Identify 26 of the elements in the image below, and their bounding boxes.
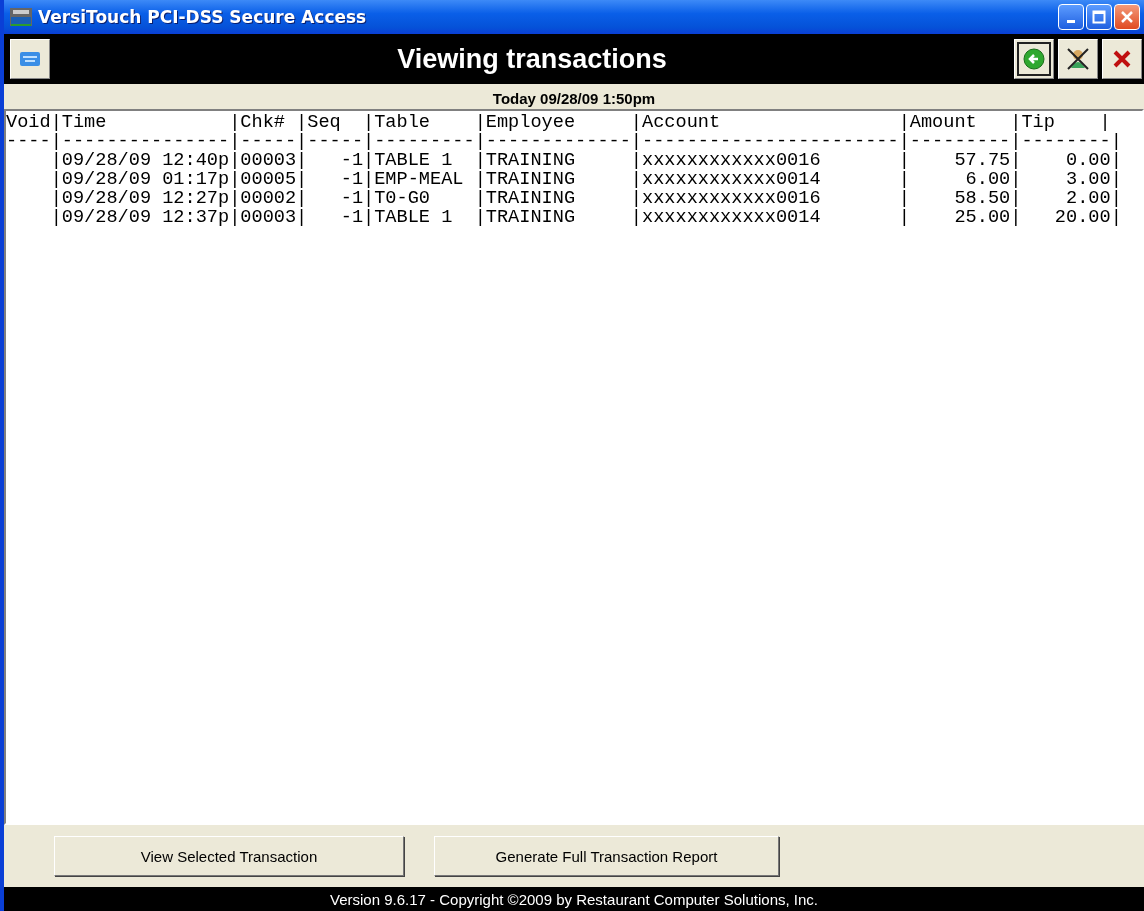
- version-text: Version 9.6.17 - Copyright ©2009 by Restaurant Computer Solutions, Inc.: [330, 890, 818, 908]
- maximize-icon: [1092, 10, 1106, 24]
- close-icon: [1120, 10, 1134, 24]
- back-button[interactable]: [1014, 39, 1054, 79]
- app-icon: [10, 8, 32, 26]
- keyboard-button[interactable]: [10, 39, 50, 79]
- separator-line: ----|---------------|-----|-----|---------|-------------|-----------------------|---------|--------|: [6, 132, 1122, 151]
- view-button[interactable]: View Selected Transaction: [54, 836, 404, 876]
- date-header: Today 09/28/09 1:50pm: [491, 89, 657, 109]
- transaction-row[interactable]: |09/28/09 01:17p|00005| -1|EMP-MEAL |TRAINING |xxxxxxxxxxxx0014 | 6.00| 3.00|: [6, 170, 1122, 189]
- minimize-icon: [1067, 19, 1075, 23]
- maximize-button[interactable]: [1086, 4, 1112, 30]
- window-title: VersiTouch PCI-DSS Secure Access: [38, 7, 368, 27]
- transaction-row[interactable]: |09/28/09 12:27p|00002| -1|T0-G0 |TRAINING |xxxxxxxxxxxx0016 | 58.50| 2.00|: [6, 189, 1122, 208]
- cancel-button[interactable]: [1102, 39, 1142, 79]
- transaction-row[interactable]: |09/28/09 12:40p|00003| -1|TABLE 1 |TRAINING |xxxxxxxxxxxx0016 | 57.75| 0.00|: [6, 151, 1122, 170]
- screen-title: Viewing transactions: [396, 43, 668, 75]
- close-button[interactable]: [1114, 4, 1140, 30]
- remove-user-button[interactable]: [1058, 39, 1098, 79]
- list-header: Void|Time |Chk# |Seq |Table |Employee |Account |Amount |Tip |: [6, 113, 1111, 132]
- minimize-button[interactable]: [1058, 4, 1084, 30]
- transaction-row[interactable]: |09/28/09 12:37p|00003| -1|TABLE 1 |TRAINING |xxxxxxxxxxxx0014 | 25.00| 20.00|: [6, 208, 1122, 227]
- keyboard-icon: [20, 52, 40, 66]
- crossed-person-icon: [1065, 46, 1091, 72]
- cross-icon: [1112, 49, 1132, 69]
- report-button[interactable]: Generate Full Transaction Report: [434, 836, 779, 876]
